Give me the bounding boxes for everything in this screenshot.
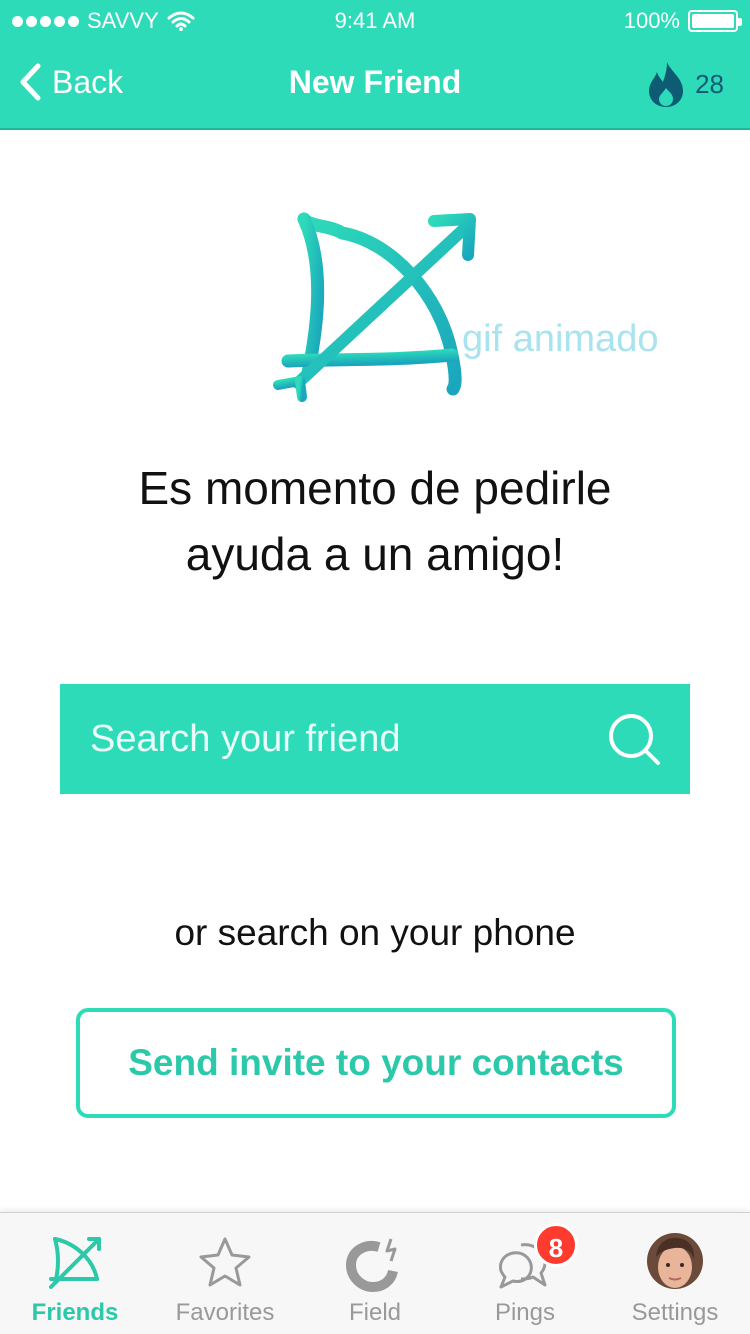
streak-counter[interactable]: 28 [645,60,724,108]
tab-settings[interactable]: Settings [600,1213,750,1334]
top-bar: SAVVY 9:41 AM 100% Back New Friend 28 [0,0,750,130]
tab-label: Pings [494,1299,556,1326]
star-icon [199,1237,251,1287]
tab-favorites[interactable]: Favorites [150,1213,300,1334]
battery-icon [688,10,742,32]
send-invite-button[interactable]: Send invite to your contacts [76,1008,676,1118]
tab-label: Favorites [175,1299,275,1326]
page-title: New Friend [288,64,462,100]
logo-caption: gif animado [462,318,659,360]
tab-friends[interactable]: Friends [0,1213,150,1334]
nav-bar: Back New Friend 28 [0,40,750,128]
tab-pings[interactable]: 8 Pings [450,1213,600,1334]
battery-percent: 100% [623,8,680,33]
status-right: 100% [623,8,742,34]
status-bar: SAVVY 9:41 AM 100% [0,0,750,40]
avatar [647,1233,703,1289]
search-icon[interactable] [606,711,662,767]
notification-badge: 8 [534,1223,578,1267]
tab-field[interactable]: Field [300,1213,450,1334]
search-input[interactable] [90,717,606,761]
search-bar [60,684,690,794]
bow-and-arrow-logo [270,205,690,405]
tab-bar: Friends Favorites Field 8 Pings Settings [0,1212,750,1334]
tab-label: Settings [631,1299,719,1326]
magnet-icon [345,1238,398,1293]
tab-label: Friends [31,1299,119,1326]
streak-count: 28 [695,68,724,99]
tab-label: Field [348,1299,402,1326]
headline-line-1: Es momento de pedirle [138,462,612,514]
bow-and-arrow-icon [273,212,476,402]
bow-and-arrow-icon [49,1237,101,1289]
headline: Es momento de pedirle ayuda a un amigo! [60,455,690,587]
headline-line-2: ayuda a un amigo! [185,528,565,580]
alternative-search-text: or search on your phone [174,912,576,953]
flame-icon [649,62,684,107]
